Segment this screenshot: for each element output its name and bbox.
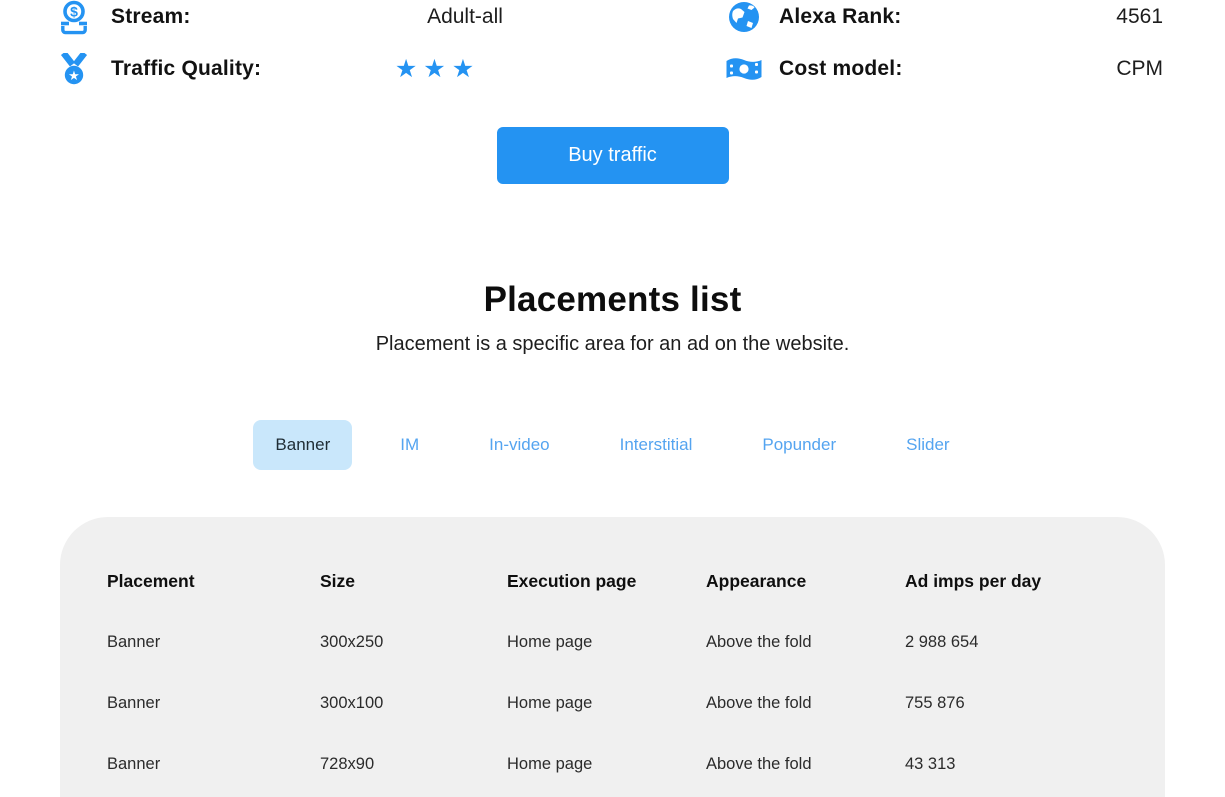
placements-table: Placement Size Execution page Appearance Ad … [107,539,1118,795]
table-cell: Banner [107,755,161,773]
table-header-row: Placement Size Execution page Appearance Ad … [107,539,1118,612]
placements-title: Placements list [483,280,742,319]
stat-cost-model: Cost model: CPM [725,43,1163,95]
table-cell: Banner [107,633,161,651]
cost-model-value: CPM [1116,57,1163,80]
table-cell: Home page [507,755,593,773]
buy-button-row: Buy traffic [0,127,1225,184]
column-header: Ad imps per day [905,571,1042,591]
table-cell: 728x90 [320,755,375,773]
table-cell: Above the fold [706,755,812,773]
stats-section: $ Stream: Adult-all ★ Traffic Quality: ★… [0,0,1225,95]
column-header: Size [320,571,356,591]
table-cell: 2 988 654 [905,633,979,651]
table-cell: 300x100 [320,694,384,712]
table-cell: Above the fold [706,633,812,651]
page: $ Stream: Adult-all ★ Traffic Quality: ★… [0,0,1225,797]
globe-icon [725,1,763,33]
stream-label: Stream: [111,5,191,28]
medal-icon: ★ [55,52,93,86]
table-cell: Banner [107,694,161,712]
table-cell: Home page [507,694,593,712]
table-row: Banner 300x100 Home page Above the fold 755 … [107,673,1118,734]
stats-column-left: $ Stream: Adult-all ★ Traffic Quality: ★… [55,0,647,95]
placements-table-card: Placement Size Execution page Appearance Ad … [60,517,1165,797]
table-row: Banner 300x250 Home page Above the fold 2 98… [107,612,1118,673]
traffic-quality-stars: ★★★ [394,54,481,83]
stat-stream: $ Stream: Adult-all [55,0,647,43]
traffic-quality-label: Traffic Quality: [111,57,262,80]
placements-subtitle: Placement is a specific area for an ad o… [375,333,850,355]
alexa-rank-label: Alexa Rank: [779,5,902,28]
svg-text:$: $ [70,3,78,19]
table-cell: 300x250 [320,633,384,651]
svg-text:★: ★ [68,69,80,84]
deposit-icon: $ [55,0,93,35]
tab-im[interactable]: IM [378,420,441,470]
buy-traffic-button[interactable]: Buy traffic [496,127,729,184]
tab-popunder[interactable]: Popunder [740,420,858,470]
column-header: Execution page [507,571,637,591]
column-header: Appearance [706,571,807,591]
banknote-icon [725,55,763,83]
table-cell: 43 313 [905,755,956,773]
table-cell: 755 876 [905,694,965,712]
table-row: Banner 728x90 Home page Above the fold 43 31… [107,734,1118,795]
table-cell: Above the fold [706,694,812,712]
tab-slider[interactable]: Slider [884,420,971,470]
tab-banner[interactable]: Banner [253,420,353,470]
stream-value: Adult-all [427,5,503,28]
tab-interstitial[interactable]: Interstitial [598,420,715,470]
placement-tabs: Banner IM In-video Interstitial Popunder Slid… [0,420,1225,470]
placements-section: Placements list Placement is a specific … [0,280,1225,797]
stat-traffic-quality: ★ Traffic Quality: ★★★ [55,43,647,95]
column-header: Placement [107,571,195,591]
alexa-rank-value: 4561 [1116,5,1163,28]
stat-alexa-rank: Alexa Rank: 4561 [725,0,1163,43]
table-cell: Home page [507,633,593,651]
stats-column-right: Alexa Rank: 4561 Cost model: CPM [725,0,1163,95]
tab-in-video[interactable]: In-video [467,420,571,470]
cost-model-label: Cost model: [779,57,903,80]
